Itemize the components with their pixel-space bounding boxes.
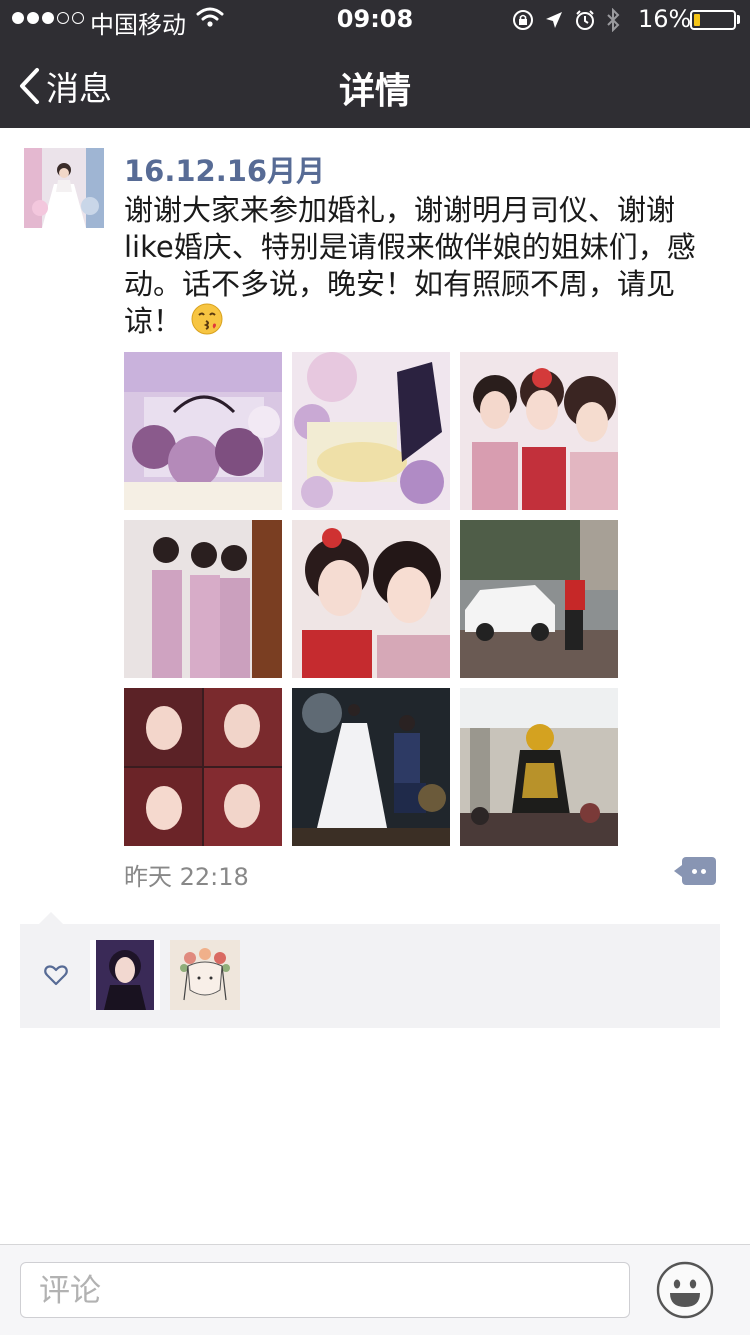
battery-percent: 16%: [638, 5, 692, 33]
photo-1[interactable]: [124, 352, 282, 510]
alarm-clock-icon: [576, 10, 594, 30]
photo-7[interactable]: [124, 688, 282, 846]
status-bar: 中国移动 09:08 16%: [0, 0, 750, 40]
photo-4[interactable]: [124, 520, 282, 678]
photo-5[interactable]: [292, 520, 450, 678]
photo-3[interactable]: [460, 352, 618, 510]
photo-6[interactable]: [460, 520, 618, 678]
liker-avatar-2[interactable]: [170, 940, 240, 1010]
post-text: 谢谢大家来参加婚礼，谢谢明月司仪、谢谢like婚庆、特别是请假来做伴娘的姐妹们，…: [124, 192, 724, 340]
post-timestamp: 昨天 22:18: [124, 863, 249, 891]
photo-9[interactable]: [460, 688, 618, 846]
location-arrow-icon: [546, 12, 562, 28]
emoji-icon[interactable]: [656, 1261, 714, 1319]
battery-icon: [690, 10, 736, 30]
kissing-face-emoji-icon: [191, 303, 223, 335]
author-avatar[interactable]: [24, 148, 104, 228]
comment-input[interactable]: [21, 1263, 601, 1319]
page-title: 详情: [338, 71, 411, 112]
orientation-lock-icon: [513, 10, 533, 30]
photo-2[interactable]: [292, 352, 450, 510]
author-name[interactable]: 16.12.16月月: [124, 148, 325, 190]
dot-icon: [692, 869, 697, 874]
bride-avatar-image: [24, 148, 104, 228]
photo-8[interactable]: [292, 688, 450, 846]
dot-icon: [701, 869, 706, 874]
more-actions-button[interactable]: [674, 857, 716, 885]
heart-icon: [44, 965, 68, 986]
bluetooth-icon: [607, 8, 620, 32]
liker-avatar-1[interactable]: [90, 940, 160, 1010]
likes-box: [20, 924, 720, 1028]
top-bar: 中国移动 09:08 16% 消息 详情: [0, 0, 750, 128]
photo-grid: [124, 352, 618, 846]
comment-bar: [0, 1244, 750, 1335]
comment-field[interactable]: [20, 1262, 630, 1319]
